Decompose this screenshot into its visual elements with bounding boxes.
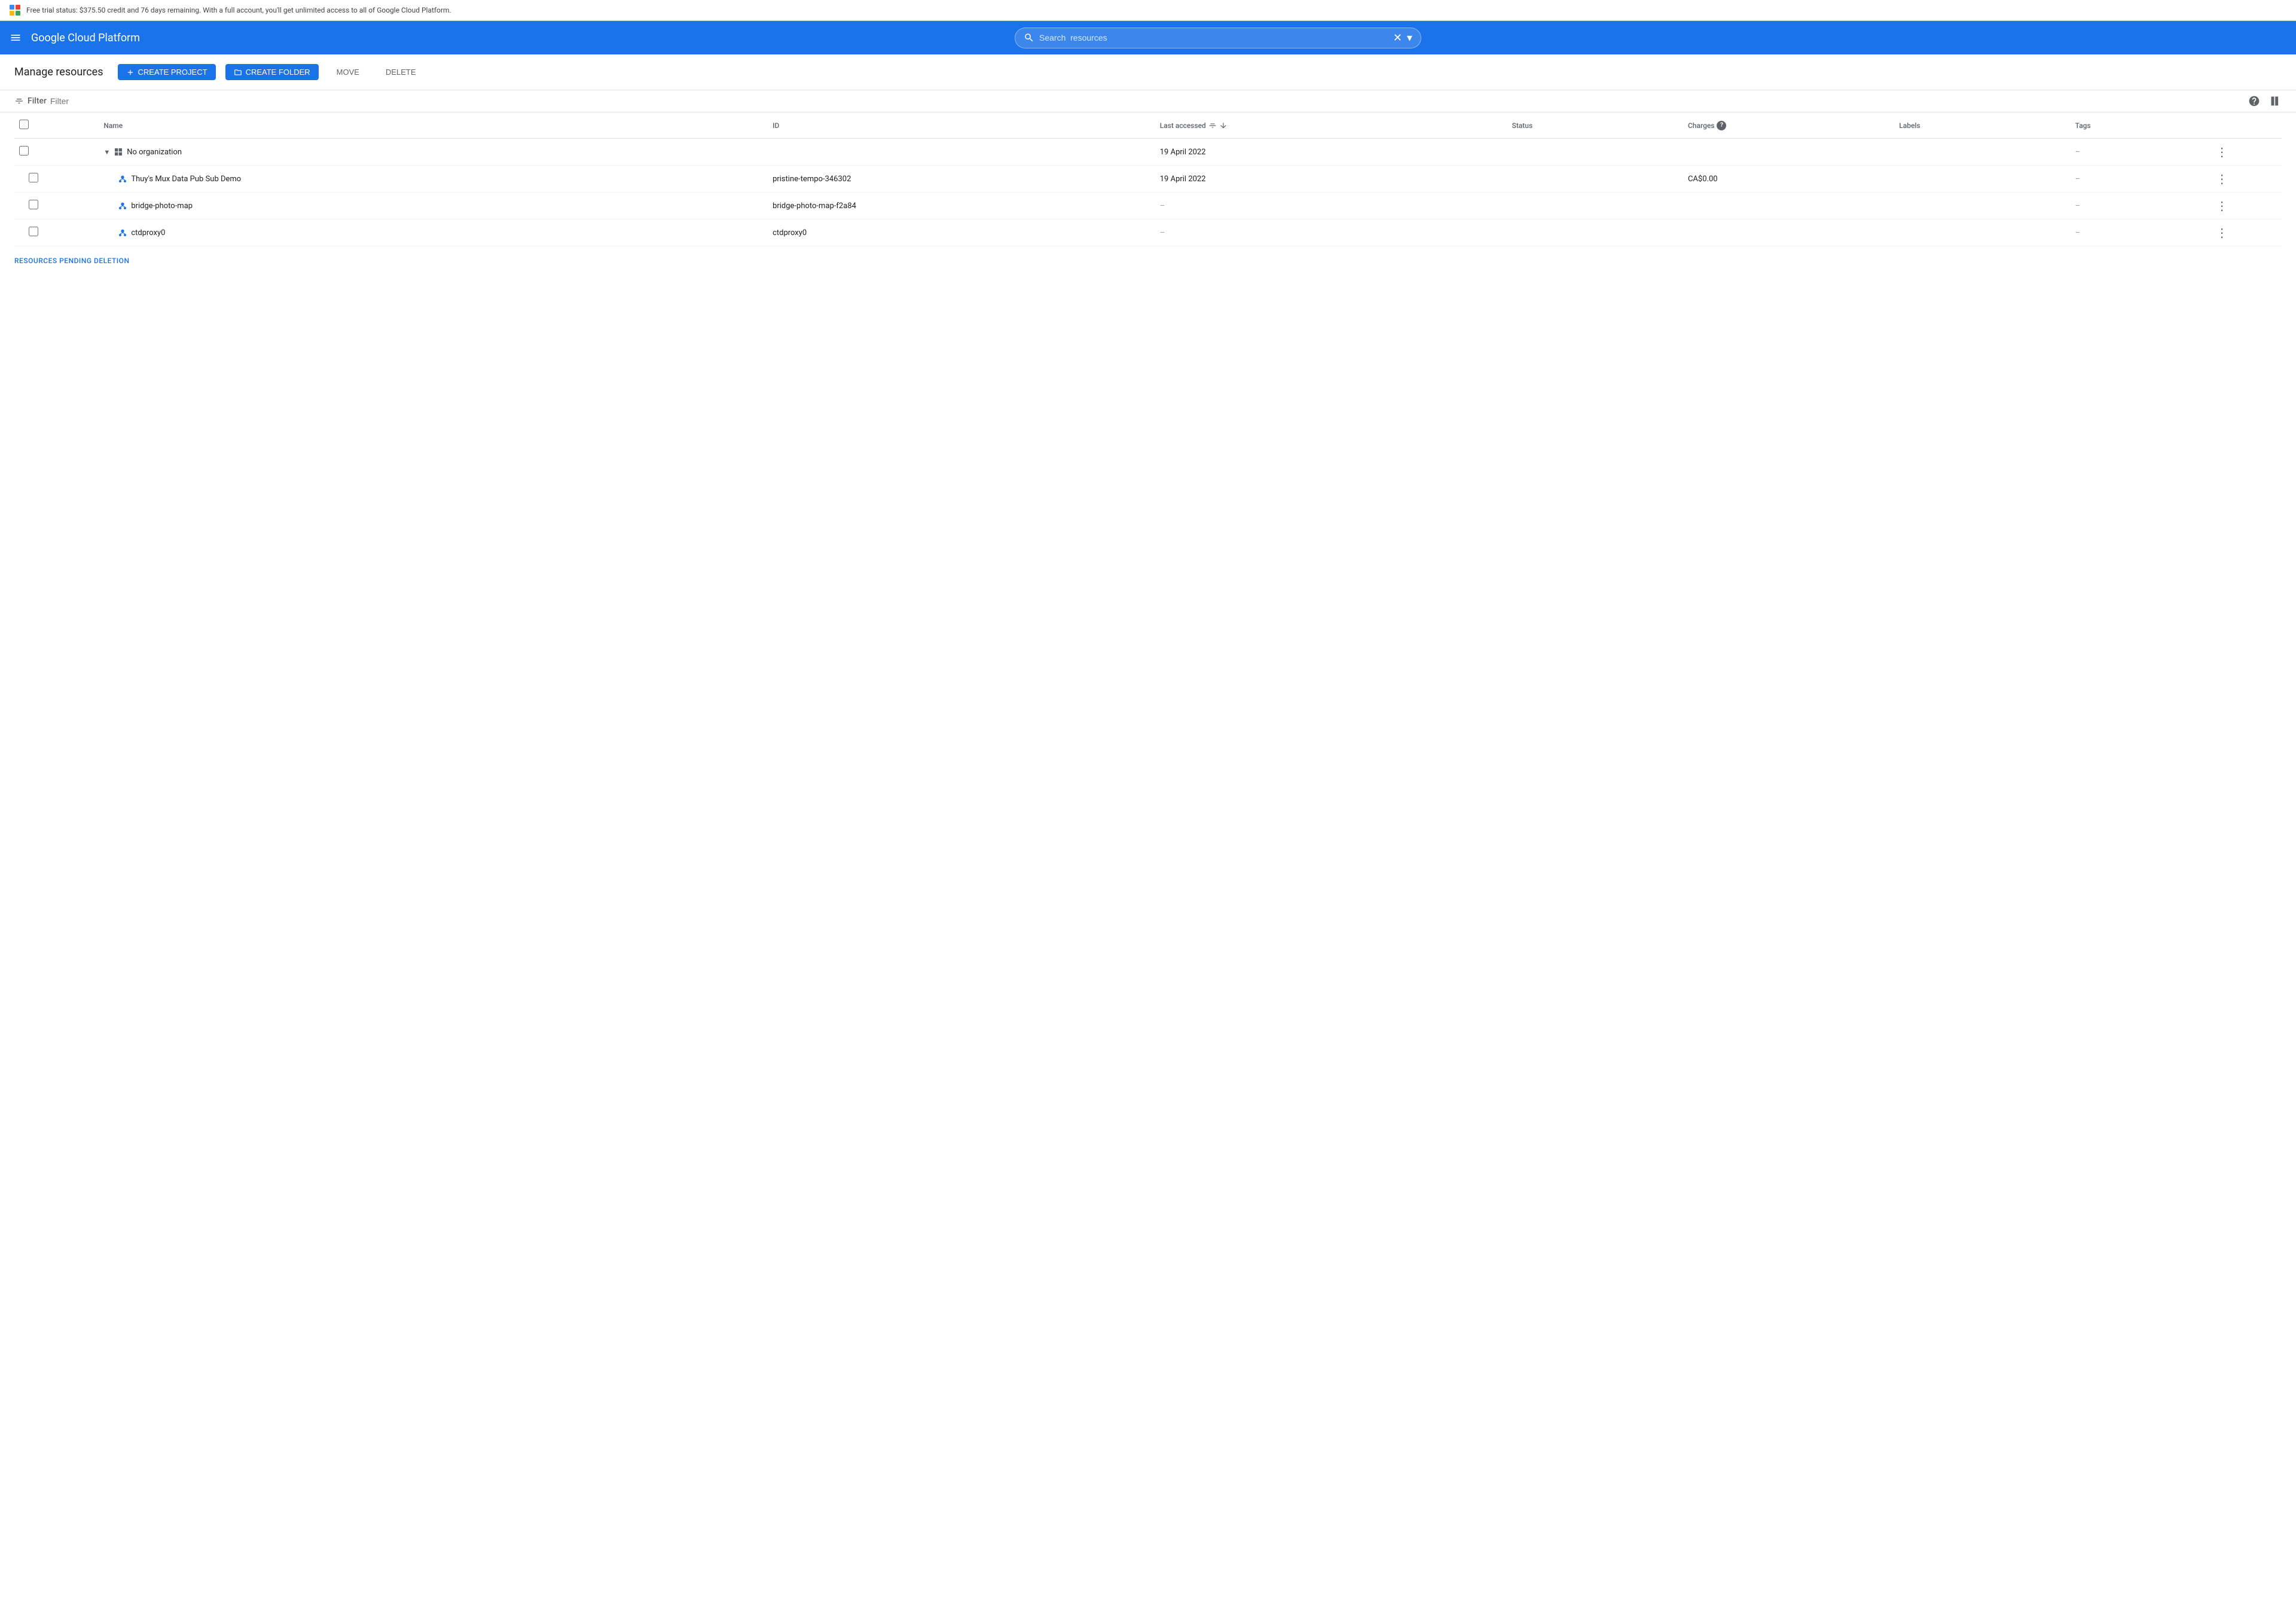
project-name-cell-2: bridge-photo-map [103,201,763,211]
project-name-1: Thuy's Mux Data Pub Sub Demo [131,175,241,184]
filter-left: Filter [14,96,158,106]
row-checkbox-2[interactable] [29,200,38,209]
col-header-charges: Charges ? [1688,121,1889,130]
org-name: No organization [127,148,182,157]
project-charges-1: CA$0.00 [1683,166,1894,193]
project-name-cell-1: Thuy's Mux Data Pub Sub Demo [103,174,763,184]
project-icon-1 [118,174,127,184]
project-labels-2 [1894,193,2070,219]
table-row: ctdproxy0 ctdproxy0 – – ⋮ [14,219,2282,246]
filter-bar: Filter [0,90,2296,112]
project-id-2: bridge-photo-map-f2a84 [768,193,1155,219]
resources-table: Name ID Last accessed Status [14,112,2282,246]
row-more-icon-1[interactable]: ⋮ [2216,172,2228,186]
navbar: Google Cloud Platform ✕ ▾ [0,21,2296,54]
project-name-2: bridge-photo-map [131,202,193,211]
app-title: Google Cloud Platform [31,32,140,44]
row-more-icon-2[interactable]: ⋮ [2216,199,2228,213]
org-status [1507,139,1683,166]
project-name-3: ctdproxy0 [131,228,165,237]
trial-icon [10,5,20,16]
project-tags-2: – [2071,193,2212,219]
project-status-3 [1507,219,1683,246]
org-icon [114,147,123,157]
sort-down-icon [1219,121,1228,130]
search-clear-icon[interactable]: ✕ [1393,32,1402,44]
project-labels-3 [1894,219,2070,246]
project-icon-2 [118,201,127,211]
org-tags: – [2071,139,2212,166]
select-all-checkbox[interactable] [19,120,29,129]
trial-banner-text: Free trial status: $375.50 credit and 76… [26,6,451,14]
filter-label: Filter [28,96,47,106]
project-status-1 [1507,166,1683,193]
pending-deletion-section: RESOURCES PENDING DELETION [0,246,2296,275]
row-checkbox-0[interactable] [19,146,29,156]
search-icon [1024,32,1034,43]
org-id [768,139,1155,166]
filter-icon [14,96,24,106]
charges-info-icon[interactable]: ? [1717,121,1726,130]
project-last-accessed-3: – [1155,219,1507,246]
col-header-labels: Labels [1899,121,1920,130]
create-project-button[interactable]: CREATE PROJECT [118,64,216,80]
search-expand-icon[interactable]: ▾ [1407,32,1412,44]
project-charges-3 [1683,219,1894,246]
page-header: Manage resources CREATE PROJECT CREATE F… [0,54,2296,90]
create-folder-button[interactable]: CREATE FOLDER [225,64,319,80]
project-status-2 [1507,193,1683,219]
pending-deletion-link[interactable]: RESOURCES PENDING DELETION [14,257,129,265]
table-row: ▼ No organization 19 April 2022 – ⋮ [14,139,2282,166]
col-header-tags: Tags [2075,121,2091,130]
table-container: Name ID Last accessed Status [0,112,2296,246]
org-name-cell: ▼ No organization [103,147,763,157]
col-header-last-accessed[interactable]: Last accessed [1160,121,1503,130]
col-header-status: Status [1512,121,1533,130]
filter-right [2248,95,2282,107]
project-id-3: ctdproxy0 [768,219,1155,246]
project-tags-1: – [2071,166,2212,193]
org-charges [1683,139,1894,166]
row-more-icon-3[interactable]: ⋮ [2216,225,2228,240]
project-name-cell-3: ctdproxy0 [103,228,763,237]
table-row: bridge-photo-map bridge-photo-map-f2a84 … [14,193,2282,219]
sort-filter-icon [1208,121,1217,130]
delete-button[interactable]: DELETE [377,64,425,80]
help-icon-button[interactable] [2248,95,2260,107]
filter-input[interactable] [50,96,158,106]
org-last-accessed: 19 April 2022 [1155,139,1507,166]
col-header-id: ID [773,121,779,130]
project-last-accessed-1: 19 April 2022 [1155,166,1507,193]
row-more-icon-0[interactable]: ⋮ [2216,145,2228,159]
project-labels-1 [1894,166,2070,193]
project-last-accessed-2: – [1155,193,1507,219]
row-checkbox-1[interactable] [29,173,38,182]
table-header-row: Name ID Last accessed Status [14,112,2282,139]
project-icon-3 [118,228,127,237]
project-id-1: pristine-tempo-346302 [768,166,1155,193]
project-charges-2 [1683,193,1894,219]
columns-icon-button[interactable] [2270,95,2282,107]
trial-banner: Free trial status: $375.50 credit and 76… [0,0,2296,21]
project-tags-3: – [2071,219,2212,246]
table-row: Thuy's Mux Data Pub Sub Demo pristine-te… [14,166,2282,193]
menu-icon[interactable] [10,32,22,44]
row-checkbox-3[interactable] [29,227,38,236]
page-title: Manage resources [14,66,103,78]
expand-icon[interactable]: ▼ [103,148,110,156]
search-bar[interactable]: ✕ ▾ [1015,28,1421,48]
col-header-name: Name [103,121,123,130]
search-input[interactable] [1039,33,1388,42]
org-labels [1894,139,2070,166]
move-button[interactable]: MOVE [328,64,368,80]
